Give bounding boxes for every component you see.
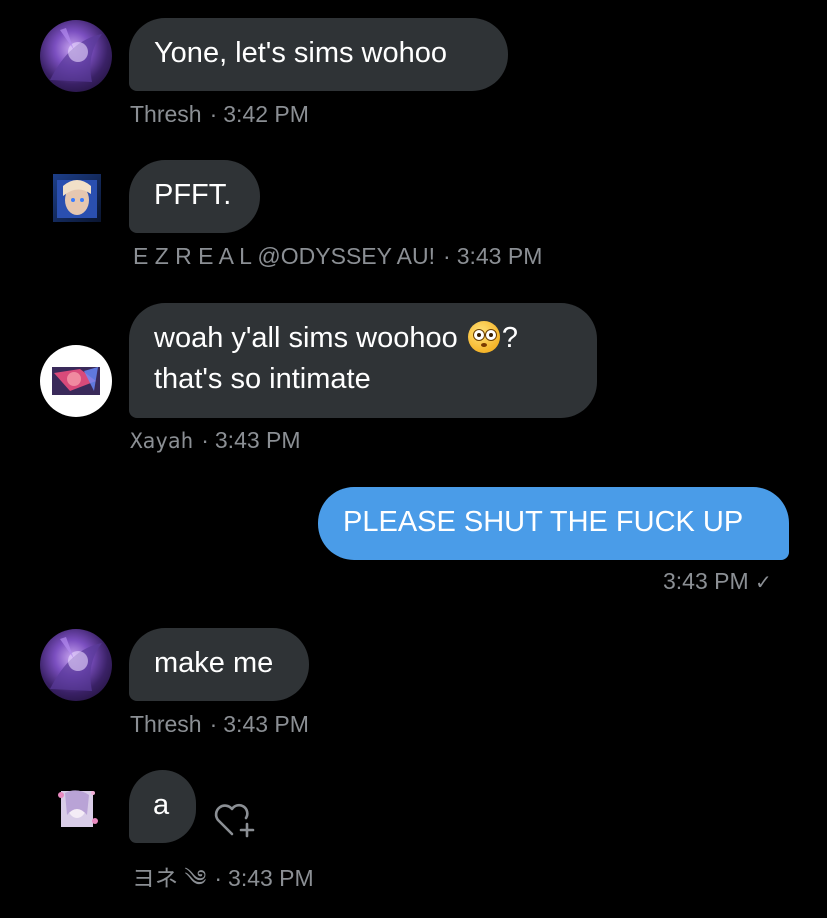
message-text: make me	[154, 647, 274, 679]
avatar-yone[interactable]	[53, 785, 101, 833]
avatar-art	[50, 637, 102, 691]
sender-name[interactable]: ヨネ ༄	[132, 865, 206, 891]
read-status-icon: ✓	[755, 572, 772, 594]
heart-plus-icon[interactable]	[212, 800, 258, 840]
sender-name[interactable]: Thresh	[130, 711, 202, 737]
message-text: PLEASE SHUT THE FUCK UP	[343, 506, 744, 538]
avatar-art	[50, 28, 102, 82]
message-text: PFFT.	[154, 179, 232, 211]
message-text: woah y'all sims woohoo	[154, 322, 458, 354]
message-text: a	[153, 789, 170, 821]
message-meta: ヨネ ༄ · 3:43 PM	[132, 853, 314, 918]
avatar-art	[57, 180, 97, 218]
message-time: 3:42 PM	[223, 101, 309, 127]
message-text: Yone, let's sims wohoo	[154, 37, 448, 69]
message-meta: 3:43 PM ✓	[663, 568, 772, 595]
message-meta: Thresh · 3:42 PM	[130, 101, 309, 128]
message-text: that's so intimate	[154, 363, 371, 395]
avatar-ezreal[interactable]	[53, 174, 101, 222]
message-meta: E Z R E A L @ODYSSEY AU! · 3:43 PM	[133, 243, 542, 270]
meta-separator: ·	[214, 865, 223, 891]
message-time: 3:43 PM	[663, 568, 749, 594]
message-time: 3:43 PM	[214, 427, 301, 453]
avatar-xayah[interactable]	[40, 345, 112, 417]
message-time: 3:43 PM	[456, 243, 543, 269]
flushed-face-emoji	[467, 321, 500, 353]
meta-separator: ·	[209, 101, 218, 127]
message-time: 3:43 PM	[228, 865, 314, 891]
message-line: woah y'all sims woohoo ?	[154, 318, 571, 359]
outgoing-message-bubble[interactable]: PLEASE SHUT THE FUCK UP	[318, 487, 789, 560]
message-meta: Thresh · 3:43 PM	[130, 711, 309, 738]
emoji-mouth	[480, 343, 487, 347]
message-time: 3:43 PM	[223, 711, 309, 737]
sender-name[interactable]: Xayah	[130, 429, 193, 453]
avatar-art	[58, 790, 98, 827]
sender-name[interactable]: E Z R E A L @ODYSSEY AU!	[133, 243, 435, 269]
message-meta: Xayah · 3:43 PM	[130, 427, 301, 454]
meta-separator: ·	[201, 427, 209, 453]
message-bubble[interactable]: make me	[129, 628, 309, 701]
meta-separator: ·	[443, 243, 451, 269]
message-bubble[interactable]: Yone, let's sims wohoo	[129, 18, 508, 91]
message-bubble[interactable]: a	[129, 770, 196, 843]
meta-separator: ·	[209, 711, 218, 737]
message-bubble[interactable]: PFFT.	[129, 160, 260, 233]
avatar-thresh[interactable]	[40, 629, 112, 701]
emoji-eye	[484, 329, 497, 341]
message-text: ?	[501, 322, 518, 354]
avatar-art	[52, 367, 100, 395]
heart-plus-svg	[214, 803, 255, 838]
sender-name[interactable]: Thresh	[130, 101, 202, 127]
avatar-thresh[interactable]	[40, 20, 112, 92]
message-bubble[interactable]: woah y'all sims woohoo ? that's so intim…	[129, 303, 597, 418]
emoji-eye	[472, 329, 485, 341]
